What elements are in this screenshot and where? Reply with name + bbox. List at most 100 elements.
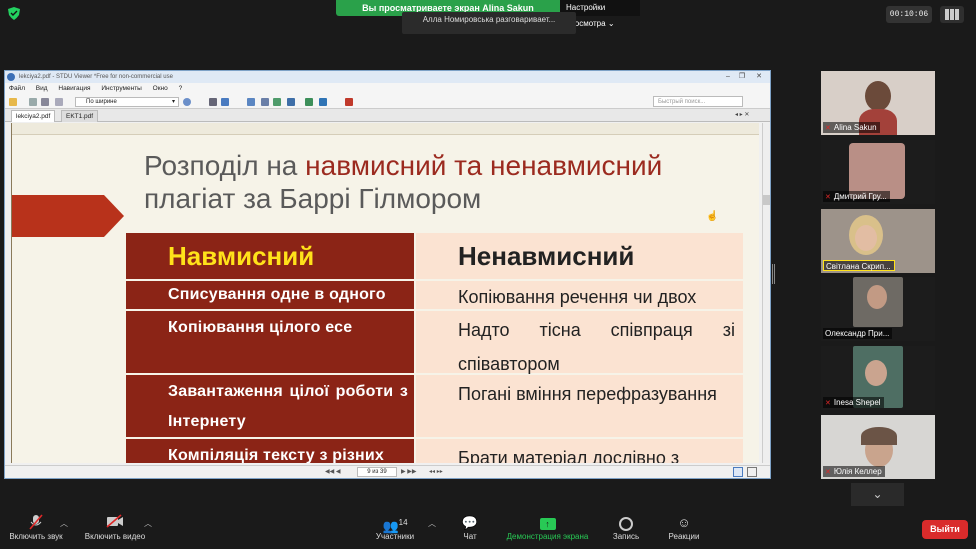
tab-ekt1[interactable]: EKT1.pdf [61, 110, 99, 122]
forward-icon[interactable] [319, 98, 327, 106]
video-off-icon [80, 514, 150, 532]
zoom-select-value: По ширине [86, 99, 117, 105]
window-titlebar: lekciya2.pdf - STDU Viewer *Free for non… [5, 71, 770, 83]
chevron-down-icon: ▾ [171, 99, 175, 105]
header-unintentional: Ненавмисний [416, 233, 743, 279]
participant-tile[interactable]: ✕ Дмитрий Гру... [821, 140, 935, 204]
page-indicator[interactable]: 9 из 39 [357, 467, 397, 477]
snapshot-icon[interactable] [273, 98, 281, 106]
record-label: Запись [612, 532, 640, 541]
table-row: Завантаження цілої роботи з Інтернету По… [126, 375, 743, 437]
cell-right: Надто тісна співпраця зі співавтором [416, 311, 743, 374]
scroll-participants-down-icon[interactable]: ⌄ [851, 483, 904, 506]
shared-screen-window: lekciya2.pdf - STDU Viewer *Free for non… [4, 70, 771, 479]
participants-count: 14 [398, 518, 408, 527]
single-page-view-icon[interactable] [733, 467, 743, 477]
text-tool-icon[interactable] [261, 98, 269, 106]
participants-button[interactable]: 👥14 Участники [370, 514, 420, 541]
record-icon [606, 514, 646, 532]
menu-navigation[interactable]: Навигация [58, 85, 90, 92]
start-video-button[interactable]: Включить видео [80, 514, 150, 541]
participant-tile[interactable]: Олександр При... [821, 277, 935, 341]
zoom-select[interactable]: По ширине ▾ [75, 97, 179, 107]
participant-name: Дмитрий Гру... [833, 192, 887, 201]
participants-label: Участники [375, 532, 415, 541]
table-header-row: Навмисний Ненавмисний [126, 233, 743, 279]
table-row: Списування одне в одного Копіювання рече… [126, 281, 743, 309]
participant-tile[interactable]: ✕ Inesa Shepel [821, 346, 935, 410]
header-intentional: Навмисний [126, 233, 414, 279]
cell-right: Погані вміння перефразування [416, 375, 743, 437]
unmute-button[interactable]: Включить звук [4, 514, 68, 541]
share-screen-icon: ↑ [500, 514, 595, 532]
security-shield-icon[interactable] [8, 7, 21, 21]
leave-button[interactable]: Выйти [922, 520, 968, 539]
menu-view[interactable]: Вид [36, 85, 48, 92]
slide-title-part2: плагіат за Баррі Гілмором [144, 183, 482, 214]
participants-icon: 👥14 [382, 518, 408, 534]
open-icon[interactable] [9, 98, 17, 106]
participant-name: Юлія Келлер [833, 467, 882, 476]
cell-left: Завантаження цілої роботи з Інтернету [126, 375, 414, 437]
hand-cursor-icon: ☝ [706, 211, 719, 222]
mic-muted-icon: ✕ [825, 194, 831, 201]
select-tool-icon[interactable] [247, 98, 255, 106]
search-icon[interactable] [55, 98, 63, 106]
participant-tile[interactable]: ✕ Юлія Келлер [821, 415, 935, 479]
continuous-view-icon[interactable] [747, 467, 757, 477]
print-icon[interactable] [41, 98, 49, 106]
page-top-margin [12, 123, 759, 135]
fit-width-icon[interactable] [221, 98, 229, 106]
zoom-in-icon[interactable] [183, 98, 191, 106]
slide-title: Розподіл на навмисний та ненавмисний пла… [144, 149, 744, 215]
scrollbar-thumb[interactable] [763, 195, 770, 205]
share-screen-button[interactable]: ↑ Демонстрация экрана [500, 514, 595, 541]
status-bar: ◀◀ ◀ 9 из 39 ▶ ▶▶ ◂◂ ▸▸ [5, 465, 770, 478]
menu-help[interactable]: ? [179, 85, 183, 92]
resize-handle[interactable] [772, 264, 775, 284]
participants-caret-icon[interactable]: ︿ [428, 518, 436, 529]
pdf-page: Розподіл на навмисний та ненавмисний пла… [11, 123, 759, 463]
reactions-button[interactable]: ☺ Реакции [662, 514, 706, 541]
mic-muted-icon: ✕ [825, 400, 831, 407]
quick-search-input[interactable]: Быстрый поиск... [653, 96, 743, 107]
maximize-icon[interactable]: ❐ [736, 71, 748, 83]
table-row: Копіювання цілого есе Надто тісна співпр… [126, 311, 743, 374]
tab-lekciya2[interactable]: lekciya2.pdf [11, 110, 56, 122]
share-screen-label: Демонстрация экрана [506, 532, 589, 541]
menu-window[interactable]: Окно [153, 85, 168, 92]
menu-tools[interactable]: Инструменты [101, 85, 142, 92]
table-row: Компіляція тексту з різних Брати матеріа… [126, 439, 743, 463]
tab-nav-arrows-icon[interactable]: ◂ ▸ ✕ [735, 109, 749, 122]
slide-title-part1: Розподіл на [144, 150, 306, 181]
history-nav-icon[interactable]: ◂◂ ▸▸ [429, 466, 443, 478]
chevron-down-icon: ⌄ [607, 19, 615, 28]
window-title: lekciya2.pdf - STDU Viewer *Free for non… [19, 74, 173, 80]
participant-name: Олександр При... [825, 329, 890, 338]
participant-tile[interactable]: ✕ Alina Sakun [821, 71, 935, 135]
rotate-icon[interactable] [287, 98, 295, 106]
video-options-caret-icon[interactable]: ︿ [144, 518, 152, 529]
bookmark-icon[interactable] [345, 98, 353, 106]
gallery-view-icon[interactable] [940, 6, 964, 23]
audio-options-caret-icon[interactable]: ︿ [60, 518, 68, 529]
record-button[interactable]: Запись [606, 514, 646, 541]
close-icon[interactable]: ✕ [753, 71, 765, 83]
next-page-icon[interactable]: ▶ ▶▶ [401, 466, 417, 478]
cell-left: Списування одне в одного [126, 281, 414, 309]
participant-tile[interactable]: Світлана Скрип... [821, 209, 935, 273]
save-icon[interactable] [29, 98, 37, 106]
minimize-icon[interactable]: – [722, 71, 734, 83]
chat-button[interactable]: 💬 Чат [455, 514, 485, 541]
chat-label: Чат [463, 532, 477, 541]
back-icon[interactable] [305, 98, 313, 106]
first-page-icon[interactable]: ◀◀ ◀ [325, 466, 341, 478]
app-icon [7, 73, 15, 81]
cell-right: Брати матеріал дослівно з [416, 439, 743, 463]
fit-icon[interactable] [209, 98, 217, 106]
start-video-label: Включить видео [84, 532, 146, 541]
reactions-label: Реакции [668, 532, 700, 541]
unmute-label: Включить звук [9, 532, 63, 541]
vertical-scrollbar[interactable] [762, 123, 770, 463]
menu-file[interactable]: Файл [9, 85, 25, 92]
